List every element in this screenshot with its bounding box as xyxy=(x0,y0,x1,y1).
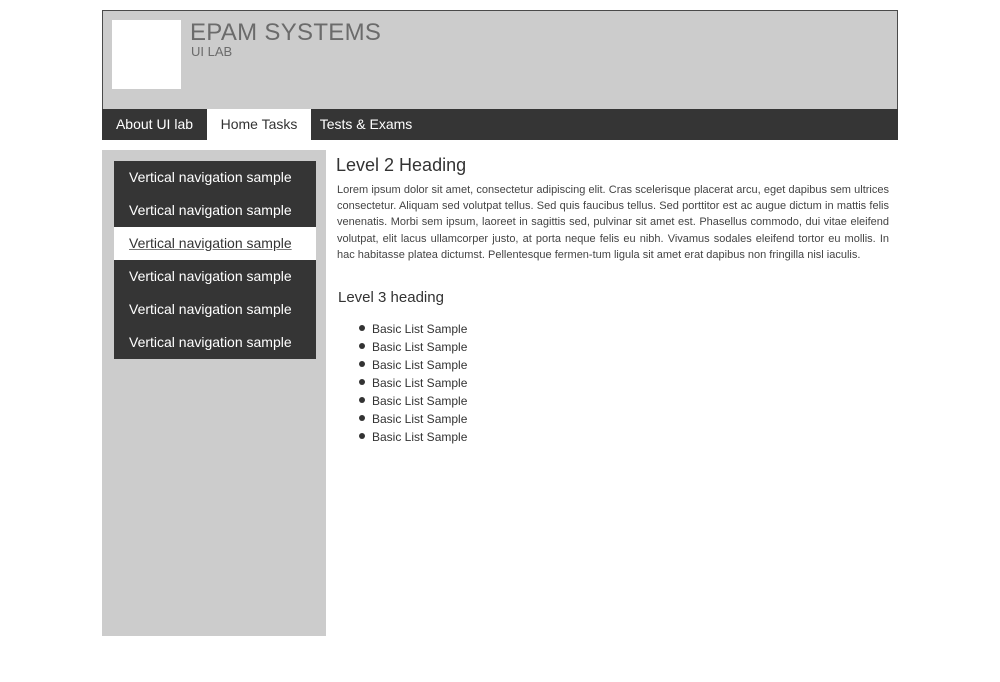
list-item-text: Basic List Sample xyxy=(372,430,468,444)
sidebar-nav-label: Vertical navigation sample xyxy=(129,301,292,317)
list-item: Basic List Sample xyxy=(359,410,468,428)
sidebar-nav-item-3-active[interactable]: Vertical navigation sample xyxy=(114,227,316,260)
list-item-text: Basic List Sample xyxy=(372,394,468,408)
bullet-icon xyxy=(359,361,365,367)
bullet-icon xyxy=(359,379,365,385)
sidebar-nav-label: Vertical navigation sample xyxy=(129,334,292,350)
bullet-icon xyxy=(359,343,365,349)
list-item-text: Basic List Sample xyxy=(372,358,468,372)
level-2-heading: Level 2 Heading xyxy=(336,155,467,175)
sidebar-nav-item-2[interactable]: Vertical navigation sample xyxy=(114,194,316,227)
bullet-icon xyxy=(359,433,365,439)
sidebar-nav-label: Vertical navigation sample xyxy=(129,202,292,218)
list-item: Basic List Sample xyxy=(359,428,468,446)
list-item: Basic List Sample xyxy=(359,338,468,356)
list-item: Basic List Sample xyxy=(359,392,468,410)
sidebar-nav-item-5[interactable]: Vertical navigation sample xyxy=(114,293,316,326)
tab-tests-exams[interactable]: Tests & Exams xyxy=(311,109,421,140)
list-item: Basic List Sample xyxy=(359,356,468,374)
list-item-text: Basic List Sample xyxy=(372,322,468,336)
list-item-text: Basic List Sample xyxy=(372,376,468,390)
tab-home-tasks[interactable]: Home Tasks xyxy=(207,109,311,140)
level-3-heading: Level 3 heading xyxy=(338,289,444,306)
tab-about-ui-lab[interactable]: About UI lab xyxy=(102,109,207,140)
list-item-text: Basic List Sample xyxy=(372,340,468,354)
sidebar-nav-label: Vertical navigation sample xyxy=(129,268,292,284)
body-paragraph: Lorem ipsum dolor sit amet, consectetur … xyxy=(337,184,889,261)
site-header: EPAM SYSTEMS UI LAB xyxy=(102,10,898,109)
page: EPAM SYSTEMS UI LAB About UI lab Home Ta… xyxy=(0,0,1000,682)
vertical-navigation: Vertical navigation sample Vertical navi… xyxy=(114,161,316,359)
brand-title: EPAM SYSTEMS xyxy=(190,19,382,46)
list-item: Basic List Sample xyxy=(359,320,468,338)
logo-placeholder xyxy=(112,20,181,89)
bullet-icon xyxy=(359,415,365,421)
sidebar: Vertical navigation sample Vertical navi… xyxy=(102,150,326,636)
list-item: Basic List Sample xyxy=(359,374,468,392)
sidebar-nav-label: Vertical navigation sample xyxy=(129,235,292,251)
top-navigation: About UI lab Home Tasks Tests & Exams xyxy=(102,109,898,140)
bullet-icon xyxy=(359,325,365,331)
sidebar-nav-item-1[interactable]: Vertical navigation sample xyxy=(114,161,316,194)
basic-list: Basic List Sample Basic List Sample Basi… xyxy=(359,320,468,446)
brand-subtitle: UI LAB xyxy=(191,44,233,59)
sidebar-nav-label: Vertical navigation sample xyxy=(129,169,292,185)
bullet-icon xyxy=(359,397,365,403)
sidebar-nav-item-4[interactable]: Vertical navigation sample xyxy=(114,260,316,293)
sidebar-nav-item-6[interactable]: Vertical navigation sample xyxy=(114,326,316,359)
list-item-text: Basic List Sample xyxy=(372,412,468,426)
